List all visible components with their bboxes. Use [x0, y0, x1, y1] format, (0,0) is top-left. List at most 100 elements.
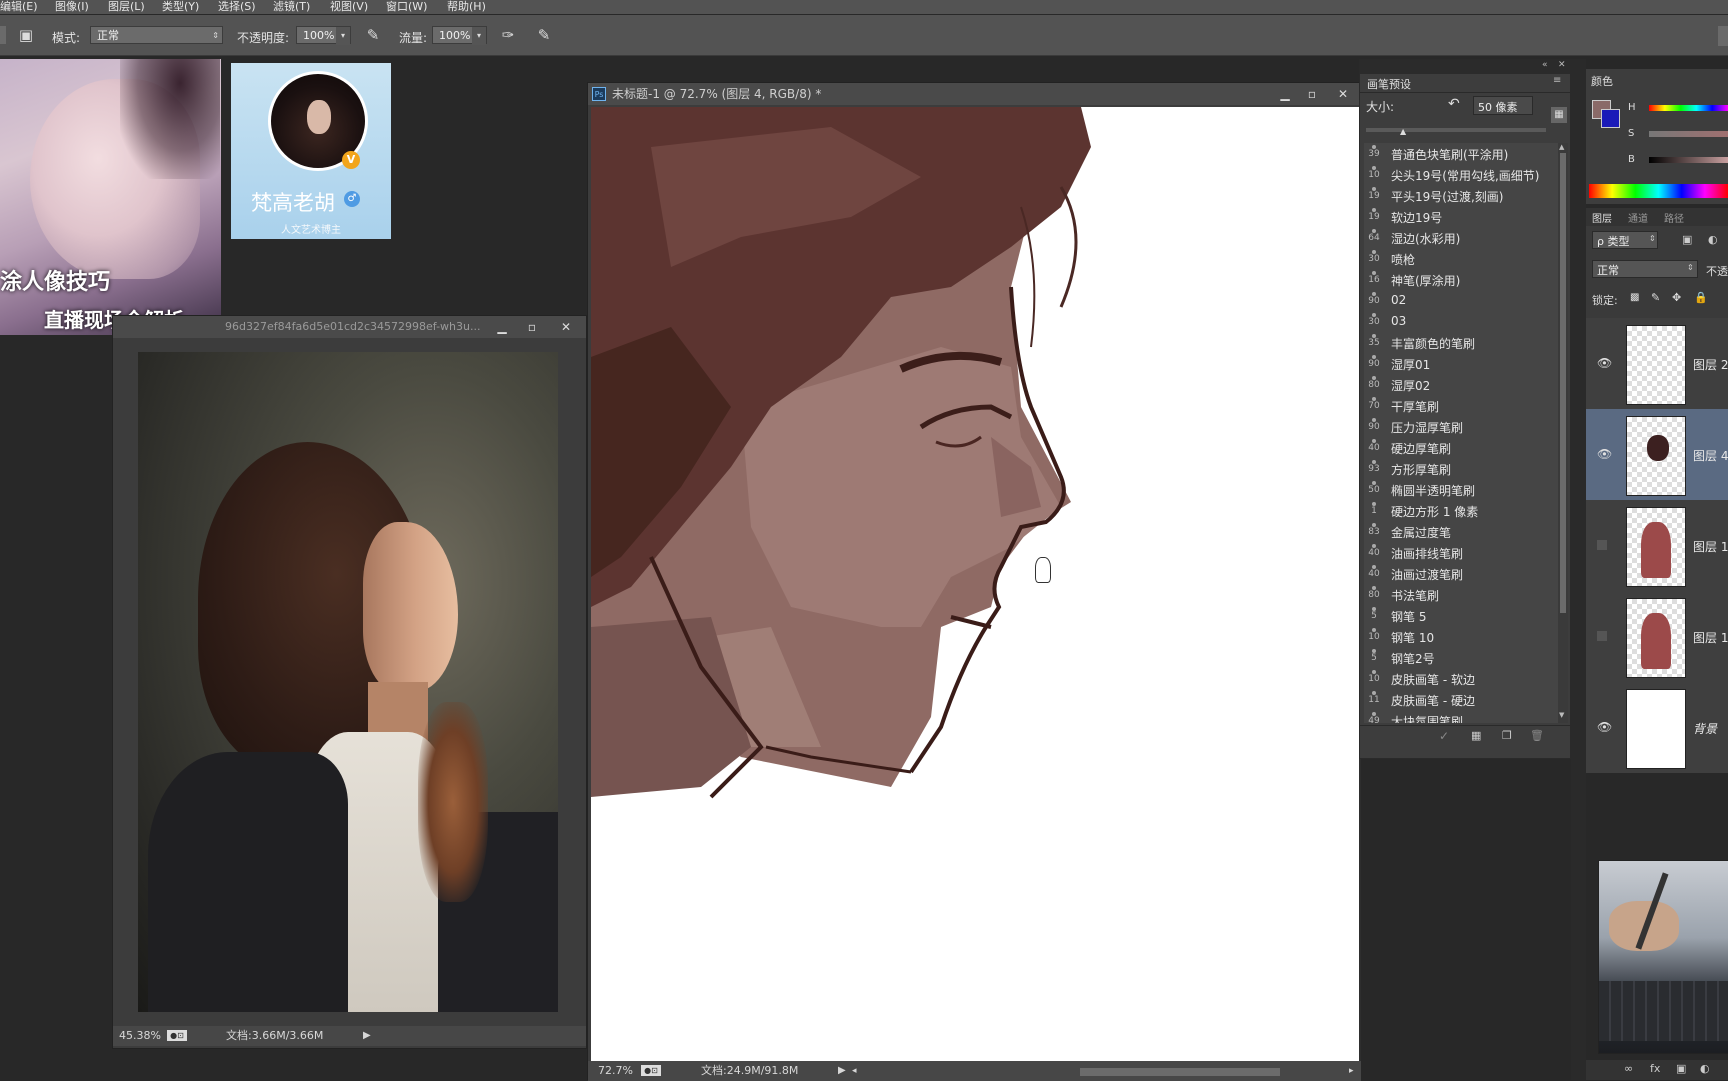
- menu-type[interactable]: 类型(Y): [162, 0, 199, 13]
- brush-panel-toggle-icon[interactable]: ▣: [17, 26, 35, 44]
- brush-preset-row[interactable]: 19 软边19号: [1364, 206, 1560, 228]
- brush-preset-row[interactable]: 1 硬边方形 1 像素: [1364, 500, 1560, 522]
- visibility-toggle[interactable]: [1597, 540, 1607, 550]
- brush-preset-row[interactable]: 70 干厚笔刷: [1364, 395, 1560, 417]
- brush-preset-row[interactable]: 93 方形厚笔刷: [1364, 458, 1560, 480]
- lock-transparent-icon[interactable]: ▩: [1630, 292, 1639, 303]
- minimize-icon[interactable]: ▁: [1276, 85, 1294, 103]
- opacity-field[interactable]: 100% ▾: [296, 26, 351, 45]
- mode-select[interactable]: 正常 ⇕: [90, 26, 223, 44]
- blend-mode-select[interactable]: 正常 ⇕: [1592, 260, 1698, 278]
- brush-preset-row[interactable]: 90 压力湿厚笔刷: [1364, 416, 1560, 438]
- brush-preset-row[interactable]: 16 神笔(厚涂用): [1364, 269, 1560, 291]
- color-panel-title[interactable]: 颜色: [1591, 73, 1613, 89]
- brush-preset-row[interactable]: 39 普通色块笔刷(平涂用): [1364, 143, 1560, 165]
- visibility-toggle[interactable]: [1597, 631, 1607, 641]
- brush-preset-row[interactable]: 19 平头19号(过渡,刻画): [1364, 185, 1560, 207]
- canvas[interactable]: [591, 107, 1359, 1065]
- menu-filter[interactable]: 滤镜(T): [273, 0, 310, 13]
- tab-paths[interactable]: 路径: [1664, 210, 1684, 225]
- lock-brush-icon[interactable]: ✎: [1651, 291, 1660, 304]
- size-field[interactable]: 50 像素: [1473, 96, 1533, 115]
- reference-zoom[interactable]: 45.38%: [119, 1026, 161, 1046]
- brush-preset-row[interactable]: 80 书法笔刷: [1364, 584, 1560, 606]
- main-title-bar[interactable]: Ps 未标题-1 @ 72.7% (图层 4, RGB/8) * ▁ ▫ ✕: [588, 83, 1361, 105]
- color-spectrum[interactable]: [1589, 184, 1728, 198]
- size-slider-thumb-icon[interactable]: ▲: [1400, 127, 1406, 136]
- pressure-size-icon[interactable]: ✎: [535, 26, 553, 44]
- brush-settings-icon[interactable]: ▦: [1551, 107, 1567, 123]
- menu-view[interactable]: 视图(V): [330, 0, 368, 13]
- main-status-arrow-icon[interactable]: ▶: [838, 1061, 846, 1081]
- brush-preset-row[interactable]: 64 湿边(水彩用): [1364, 227, 1560, 249]
- brush-preset-row[interactable]: 40 硬边厚笔刷: [1364, 437, 1560, 459]
- scroll-up-icon[interactable]: ▲: [1559, 143, 1564, 151]
- minimize-icon[interactable]: ▁: [493, 318, 511, 336]
- brush-preset-row[interactable]: 50 椭圆半透明笔刷: [1364, 479, 1560, 501]
- restore-icon[interactable]: ▫: [1303, 85, 1321, 103]
- close-panel-icon[interactable]: ✕: [1558, 60, 1566, 70]
- flow-field[interactable]: 100% ▾: [432, 26, 487, 45]
- main-zoom[interactable]: 72.7%: [598, 1061, 633, 1081]
- eye-icon[interactable]: 👁: [1597, 447, 1612, 461]
- new-preset-icon[interactable]: ❐: [1502, 729, 1512, 742]
- hue-slider[interactable]: [1649, 105, 1728, 111]
- horizontal-scrollbar[interactable]: [1080, 1068, 1280, 1076]
- reference-title-bar[interactable]: 96d327ef84fa6d5e01cd2c34572998ef-wh3u...…: [113, 316, 586, 338]
- pressure-opacity-icon[interactable]: ✎: [364, 26, 382, 44]
- close-icon[interactable]: ✕: [1334, 85, 1352, 103]
- adjustment-layer-icon[interactable]: ◐: [1700, 1062, 1710, 1075]
- brush-preset-row[interactable]: 5 钢笔2号: [1364, 647, 1560, 669]
- reference-status-icon[interactable]: ●⊡: [167, 1030, 187, 1041]
- brush-panel-tab[interactable]: 画笔预设 ≡: [1360, 74, 1570, 93]
- filter-adjust-icon[interactable]: ◐: [1708, 233, 1718, 246]
- scroll-down-icon[interactable]: ▼: [1559, 711, 1564, 719]
- toggle-brush-icon[interactable]: ✓: [1439, 729, 1449, 743]
- link-layers-icon[interactable]: ∞: [1624, 1062, 1633, 1075]
- layer-row[interactable]: 图层 1: [1586, 591, 1728, 683]
- brush-preset-row[interactable]: 10 钢笔 10: [1364, 626, 1560, 648]
- saturation-slider[interactable]: [1649, 131, 1728, 137]
- grid-view-icon[interactable]: ▦: [1471, 729, 1481, 742]
- eye-icon[interactable]: 👁: [1597, 356, 1612, 370]
- reset-size-icon[interactable]: ↶: [1448, 96, 1460, 112]
- brush-list-scroll-thumb[interactable]: [1560, 153, 1566, 613]
- brush-preset-row[interactable]: 49 大块氛围笔刷: [1364, 710, 1560, 723]
- panel-menu-icon[interactable]: ≡: [1553, 75, 1561, 86]
- brush-preset-row[interactable]: 5 钢笔 5: [1364, 605, 1560, 627]
- layer-row[interactable]: 👁 背景: [1586, 682, 1728, 773]
- scroll-right-icon[interactable]: ▸: [1349, 1061, 1354, 1081]
- background-color-swatch[interactable]: [1601, 109, 1620, 128]
- brush-preset-row[interactable]: 83 金属过度笔: [1364, 521, 1560, 543]
- brightness-slider[interactable]: [1649, 157, 1728, 163]
- main-status-icon[interactable]: ●⊡: [641, 1065, 661, 1076]
- menu-window[interactable]: 窗口(W): [386, 0, 427, 13]
- filter-image-icon[interactable]: ▣: [1682, 233, 1692, 246]
- brush-preset-row[interactable]: 90 湿厚01: [1364, 353, 1560, 375]
- lock-all-icon[interactable]: 🔒: [1694, 291, 1708, 304]
- menu-select[interactable]: 选择(S): [218, 0, 256, 13]
- layer-filter-select[interactable]: ρ 类型 ⇕: [1592, 231, 1658, 249]
- menu-layer[interactable]: 图层(L): [108, 0, 145, 13]
- brush-preset-row[interactable]: 40 油画排线笔刷: [1364, 542, 1560, 564]
- brush-preset-row[interactable]: 11 皮肤画笔 - 硬边: [1364, 689, 1560, 711]
- restore-icon[interactable]: ▫: [523, 318, 541, 336]
- menu-edit[interactable]: 编辑(E): [0, 0, 38, 13]
- reference-status-arrow-icon[interactable]: ▶: [363, 1026, 371, 1046]
- layer-row[interactable]: 图层 1 1: [1586, 500, 1728, 592]
- lock-move-icon[interactable]: ✥: [1672, 291, 1681, 304]
- layer-row[interactable]: 👁 图层 2: [1586, 318, 1728, 410]
- brush-list-scrollbar[interactable]: ▲ ▼: [1558, 143, 1568, 723]
- menu-image[interactable]: 图像(I): [55, 0, 89, 13]
- brush-preset-row[interactable]: 40 油画过渡笔刷: [1364, 563, 1560, 585]
- layer-style-icon[interactable]: fx: [1650, 1062, 1660, 1075]
- close-icon[interactable]: ✕: [557, 318, 575, 336]
- brush-preset-row[interactable]: 80 湿厚02: [1364, 374, 1560, 396]
- workspace-button[interactable]: [1718, 26, 1728, 46]
- brush-preset-row[interactable]: 30 03: [1364, 311, 1560, 333]
- eye-icon[interactable]: 👁: [1597, 720, 1612, 734]
- tab-channels[interactable]: 通道: [1628, 210, 1648, 225]
- tab-layers[interactable]: 图层: [1592, 210, 1612, 225]
- brush-preset-row[interactable]: 10 皮肤画笔 - 软边: [1364, 668, 1560, 690]
- menu-help[interactable]: 帮助(H): [447, 0, 486, 13]
